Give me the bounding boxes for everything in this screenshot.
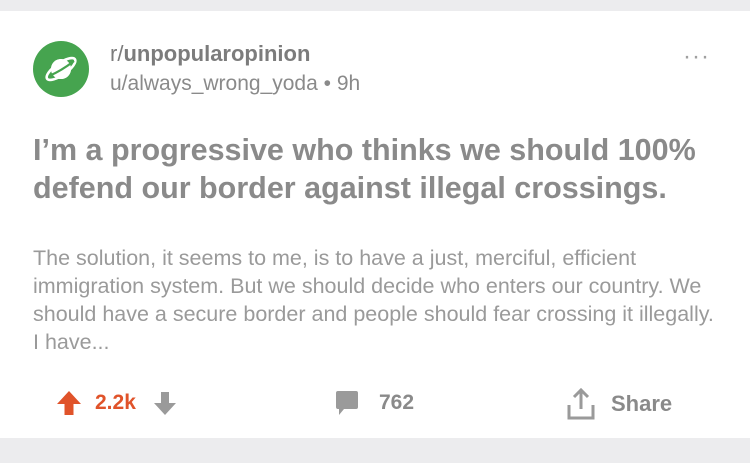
subreddit-name: unpopularopinion [123,41,311,66]
subreddit-avatar[interactable] [33,41,89,97]
upvote-arrow-icon[interactable] [55,389,83,417]
post-age: 9h [336,72,361,95]
downvote-arrow-icon[interactable] [152,389,178,417]
subreddit-link[interactable]: r/unpopularopinion [110,41,360,67]
comment-bubble-icon [336,391,358,415]
comment-count: 762 [379,391,415,414]
vote-group: 2.2k [55,389,178,417]
author-line: u/always_wrong_yoda • 9h [110,71,360,97]
post-meta: r/unpopularopinion u/always_wrong_yoda •… [110,41,360,97]
planet-icon [45,56,77,82]
post-title[interactable]: I’m a progressive who thinks we should 1… [33,131,713,207]
meta-separator: • [323,72,331,95]
more-options-icon[interactable]: ··· [683,45,710,69]
share-upload-icon [567,387,595,420]
post-body-preview[interactable]: The solution, it seems to me, is to have… [33,244,723,356]
post-card[interactable]: r/unpopularopinion u/always_wrong_yoda •… [0,11,750,438]
action-bar: 2.2k 762 Share [0,383,750,423]
author-link[interactable]: u/always_wrong_yoda [110,72,318,95]
share-button[interactable]: Share [565,387,672,421]
share-label: Share [611,391,673,416]
comments-button[interactable]: 762 [333,389,414,417]
vote-score: 2.2k [95,391,136,414]
subreddit-prefix: r/ [110,41,124,66]
